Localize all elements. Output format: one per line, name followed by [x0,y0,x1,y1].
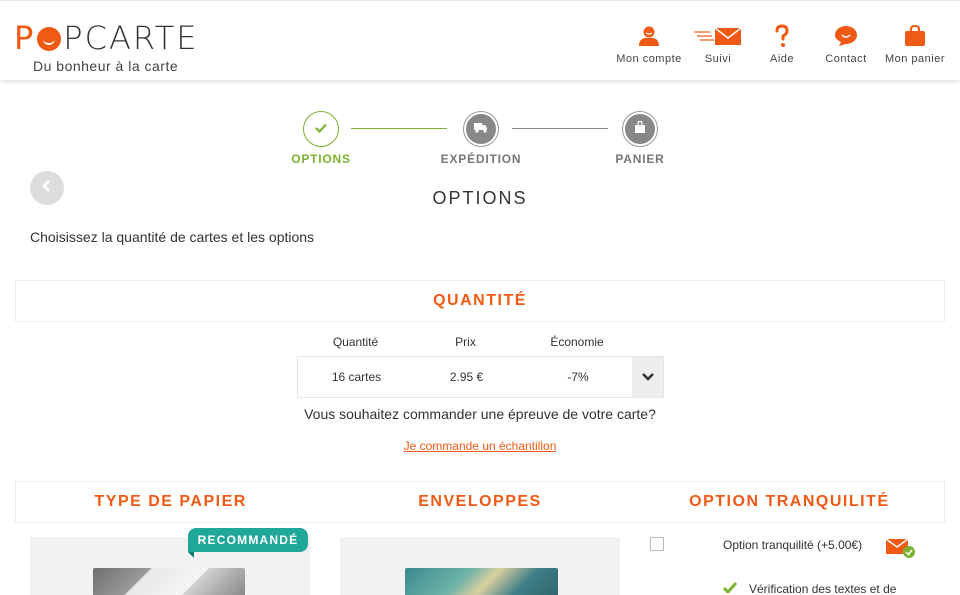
page-title: OPTIONS [432,188,528,208]
option-tranquility-label: Option tranquilité (+5.00€) [723,538,863,552]
saving-col-header: Économie [550,335,604,349]
intro-text: Choisissez la quantité de cartes et les … [30,229,315,245]
nav-help[interactable]: Aide [752,23,812,65]
check-icon [722,582,738,595]
nav-my-account[interactable]: Mon compte [616,23,682,65]
chevron-down-icon [641,370,654,384]
envelopes-card[interactable] [340,537,620,595]
quantity-title: QUANTITÉ [433,292,527,309]
checkout-stepper: OPTIONS EXPÉDITION PANIER [0,111,960,171]
paper-type-title: TYPE DE PAPIER [94,493,247,510]
question-mark-icon [774,23,790,49]
nav-tracking[interactable]: Suivi [688,23,748,65]
dropdown-toggle[interactable] [632,357,663,397]
site-header: P PCARTE Du bonheur à la carte Mon compte… [0,0,960,80]
bag-icon [634,120,646,138]
nav-cart[interactable]: Mon panier [884,23,946,65]
selected-qty: 16 cartes [331,370,382,384]
option-tranquility-title: OPTION TRANQUILITÉ [689,493,890,510]
benefit-item: Vérification des textes et de [722,582,896,595]
paper-image [93,568,245,595]
step-cart[interactable]: PANIER [590,111,690,166]
options-columns-header: TYPE DE PAPIER ENVELOPPES OPTION TRANQUI… [15,481,945,523]
quantity-table-header: Quantité Prix Économie [297,335,664,349]
step-options[interactable]: OPTIONS [271,111,371,166]
quantity-section-header: QUANTITÉ [15,280,945,322]
step-shipping[interactable]: EXPÉDITION [431,111,531,166]
truck-icon [474,120,488,138]
envelope-image [405,568,558,595]
header-nav: Mon compte Suivi Aide Contact Mon panier [616,23,946,65]
price-col-header: Prix [455,335,476,349]
order-sample-link[interactable]: Je commande un échantillon [404,439,557,453]
nav-contact[interactable]: Contact [816,23,876,65]
selected-saving: -7% [567,370,589,384]
quantity-select[interactable]: 16 cartes 2.95 € -7% [297,356,664,398]
popcarte-logo[interactable]: P PCARTE [14,21,199,55]
chat-bubble-icon [834,23,858,49]
qty-col-header: Quantité [332,335,379,349]
smiley-o-icon [37,27,62,51]
check-icon [315,120,327,138]
recommended-badge: RECOMMANDÉ [188,528,308,558]
tracking-envelope-icon [694,23,742,49]
user-icon [638,23,660,49]
proof-question: Vous souhaitez commander une épreuve de … [304,406,656,422]
envelope-check-icon [885,537,917,564]
envelopes-title: ENVELOPPES [418,493,542,510]
tagline: Du bonheur à la carte [33,58,179,74]
selected-price: 2.95 € [449,370,484,384]
option-tranquility-checkbox[interactable] [650,537,664,551]
shopping-bag-icon [904,23,926,49]
